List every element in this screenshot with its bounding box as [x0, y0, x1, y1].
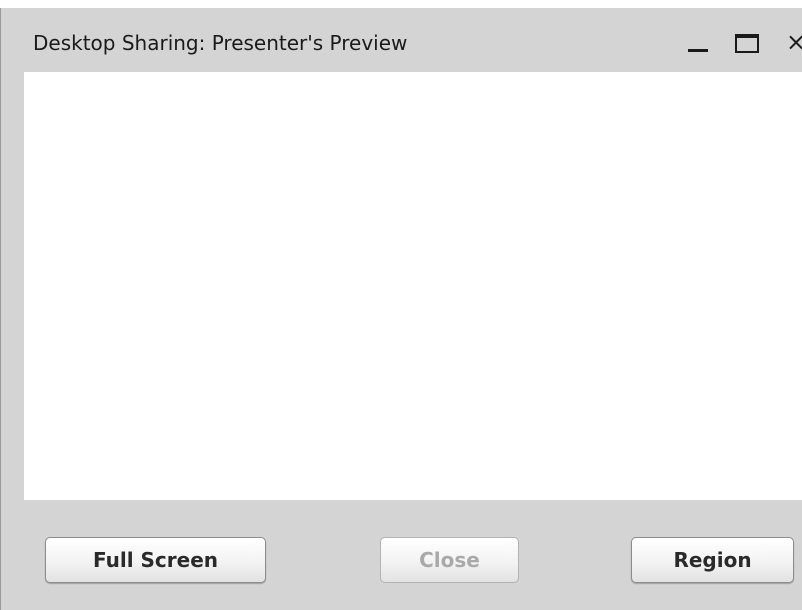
window-close-button[interactable]: ×	[786, 28, 802, 56]
maximize-icon	[735, 34, 759, 53]
region-button[interactable]: Region	[631, 537, 794, 583]
minimize-icon	[688, 49, 708, 52]
presenter-preview-window: Desktop Sharing: Presenter's Preview × F…	[0, 8, 802, 610]
window-title: Desktop Sharing: Presenter's Preview	[33, 31, 408, 55]
desktop-preview-area	[24, 72, 802, 500]
minimize-button[interactable]	[688, 32, 710, 54]
close-icon: ×	[786, 28, 802, 56]
button-bar: Full Screen Close Region	[1, 500, 802, 610]
maximize-button[interactable]	[735, 32, 759, 54]
top-strip	[0, 0, 802, 8]
full-screen-button[interactable]: Full Screen	[45, 537, 266, 583]
close-button[interactable]: Close	[380, 537, 519, 583]
title-bar[interactable]: Desktop Sharing: Presenter's Preview ×	[1, 8, 802, 72]
